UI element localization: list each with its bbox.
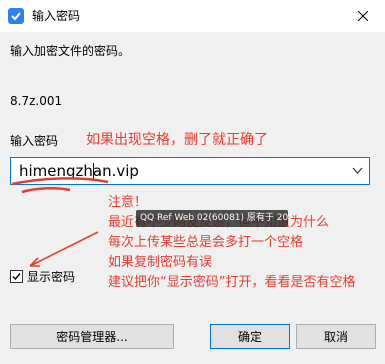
ok-button[interactable]: 确定 [210,324,290,349]
title-bar: 输入密码 [0,0,385,32]
overlay-toast: QQ Ref Web 02(60081) 原有于 2025 节节 [136,210,288,227]
password-label: 输入密码 [10,134,59,148]
annotation-space-warning: 如果出现空格，删了就正确了 [86,132,268,148]
arrow-mark [29,231,99,267]
password-manager-button[interactable]: 密码管理器... [10,324,174,349]
close-icon [358,11,368,21]
cancel-button[interactable]: 取消 [296,324,376,349]
close-button[interactable] [341,0,385,32]
show-password-checkbox[interactable] [10,270,23,283]
annotation-line: 如果复制密码有误 [108,255,213,270]
filename-text: 8.7z.001 [10,94,63,108]
annotation-note: 注意！ 最近有不少网友反馈，但不知道为什么 每次上传某些总是会多打一个空格 如果… [108,193,355,293]
annotation-line: 每次上传某些总是会多打一个空格 [108,235,304,250]
annotation-line: 建议把你“显示密码”打开，看看是否有空格 [108,275,356,290]
check-icon [12,273,21,281]
show-password-label: 显示密码 [27,270,76,284]
app-icon [8,8,24,24]
chevron-down-icon[interactable] [352,167,363,175]
window-title: 输入密码 [32,9,81,23]
text-caret [93,163,94,180]
arrow-head [29,257,40,267]
password-input[interactable]: himengzhan.vip [19,161,139,181]
underline-mark [21,187,71,194]
prompt-text: 输入加密文件的密码。 [10,44,131,58]
show-password-row[interactable]: 显示密码 [10,268,75,285]
password-combo[interactable]: himengzhan.vip [10,157,370,185]
